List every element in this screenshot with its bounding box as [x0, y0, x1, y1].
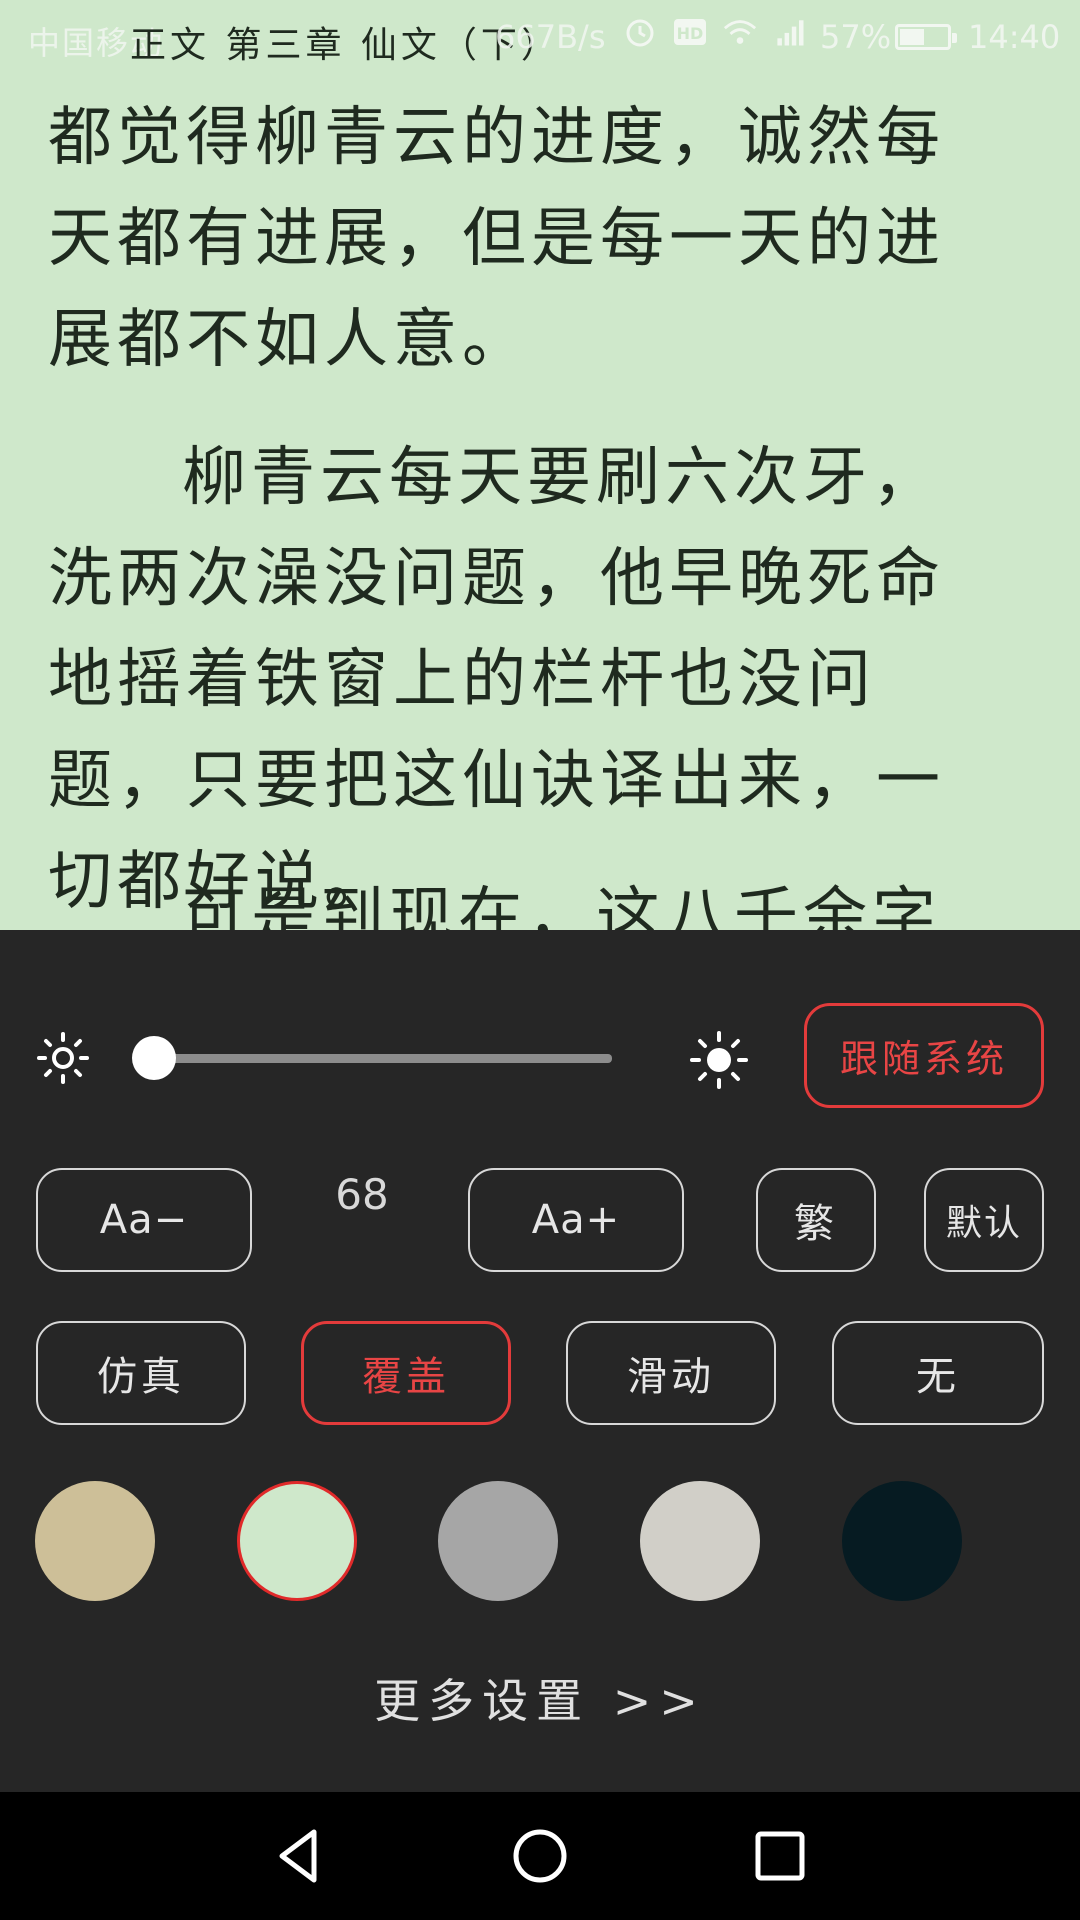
theme-swatch-light-gray[interactable]	[640, 1481, 760, 1601]
theme-swatch-green[interactable]	[237, 1481, 357, 1601]
traditional-chinese-button[interactable]: 繁	[756, 1168, 876, 1272]
brightness-high-icon	[690, 1031, 748, 1089]
wifi-icon	[722, 14, 758, 50]
follow-system-button[interactable]: 跟随系统	[804, 1003, 1044, 1108]
battery-percent: 57%	[820, 18, 892, 56]
brightness-low-icon	[37, 1032, 89, 1084]
page-turn-cover-button[interactable]: 覆盖	[301, 1321, 511, 1425]
theme-swatch-gray[interactable]	[438, 1481, 558, 1601]
page-turn-simulation-button[interactable]: 仿真	[36, 1321, 246, 1425]
font-increase-button[interactable]: Aa+	[468, 1168, 684, 1272]
home-icon[interactable]	[508, 1824, 572, 1888]
paragraph-2: 柳青云每天要刷六次牙，洗两次澡没问题，他早晚死命地摇着铁窗上的栏杆也没问题，只要…	[48, 428, 1008, 930]
page-turn-slide-button[interactable]: 滑动	[566, 1321, 776, 1425]
brightness-slider-thumb[interactable]	[132, 1036, 176, 1080]
back-icon[interactable]	[268, 1824, 332, 1888]
more-settings-link[interactable]: 更多设置 >>	[0, 1665, 1080, 1731]
alarm-icon	[622, 14, 658, 50]
system-navigation-bar	[0, 1792, 1080, 1920]
paragraph-3: 可是到现在，这八千余字的	[48, 868, 1008, 930]
brightness-slider-track[interactable]	[150, 1054, 612, 1063]
font-size-value: 68	[335, 1170, 389, 1219]
network-speed: 667B/s	[495, 18, 606, 56]
font-decrease-button[interactable]: Aa−	[36, 1168, 252, 1272]
reading-area[interactable]: 中国移动 正文 第三章 仙文（下） 667B/s HD 57% 14:40 都觉…	[0, 0, 1080, 930]
paragraph-2-text: 柳青云每天要刷六次牙，洗两次澡没问题，他早晚死命地摇着铁窗上的栏杆也没问题，只要…	[48, 441, 945, 919]
status-bar: 中国移动 正文 第三章 仙文（下） 667B/s HD 57% 14:40	[0, 0, 1080, 78]
theme-swatch-beige[interactable]	[35, 1481, 155, 1601]
hd-icon: HD	[672, 14, 708, 50]
theme-swatch-dark[interactable]	[842, 1481, 962, 1601]
signal-icon	[772, 14, 808, 50]
status-icons: HD	[622, 14, 808, 50]
default-font-button[interactable]: 默认	[924, 1168, 1044, 1272]
battery-icon	[895, 24, 957, 50]
paragraph-3-text: 可是到现在，这八千余字的	[182, 881, 941, 930]
clock-time: 14:40	[968, 18, 1061, 56]
paragraph-1: 都觉得柳青云的进度，诚然每天都有进展，但是每一天的进展都不如人意。	[48, 101, 945, 377]
svg-text:HD: HD	[677, 24, 704, 43]
page-turn-none-button[interactable]: 无	[832, 1321, 1044, 1425]
recent-apps-icon[interactable]	[748, 1824, 812, 1888]
